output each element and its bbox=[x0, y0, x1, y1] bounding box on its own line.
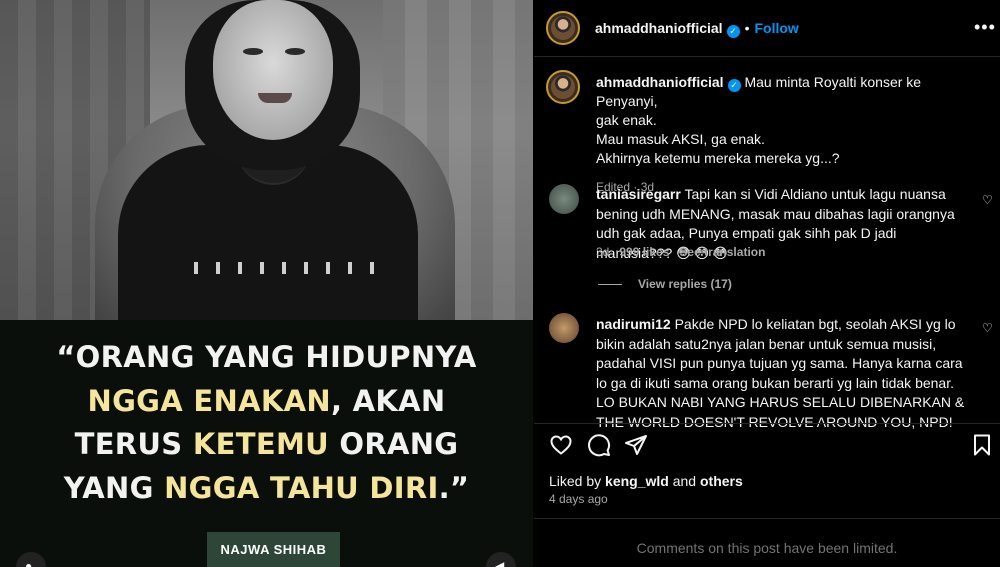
quote-line: NGGA ENAKAN, AKAN bbox=[0, 380, 533, 424]
quote-line: “ORANG YANG HIDUPNYA bbox=[0, 336, 533, 380]
commenter-avatar[interactable] bbox=[549, 313, 579, 343]
post-media[interactable]: “ORANG YANG HIDUPNYA NGGA ENAKAN, AKAN TER… bbox=[0, 0, 533, 567]
quote-text: “ORANG YANG HIDUPNYA NGGA ENAKAN, AKAN TER… bbox=[0, 336, 533, 510]
quote-highlight: NGGA ENAKAN bbox=[87, 383, 331, 418]
post-header: ahmaddhaniofficial ✓ • Follow bbox=[595, 20, 799, 38]
more-options-icon[interactable]: ••• bbox=[974, 17, 996, 38]
commenter-avatar[interactable] bbox=[549, 184, 579, 214]
bookmark-icon[interactable] bbox=[970, 433, 994, 457]
caption-username[interactable]: ahmaddhaniofficial bbox=[596, 74, 724, 90]
comment-meta: 3d 999 likes See translation bbox=[596, 245, 766, 259]
quote-segment: .” bbox=[438, 470, 470, 505]
author-username[interactable]: ahmaddhaniofficial bbox=[595, 20, 723, 36]
comment-icon[interactable] bbox=[587, 433, 611, 457]
quote-segment: TERUS bbox=[74, 427, 193, 461]
quote-line: YANG NGGA TAHU DIRI.” bbox=[0, 467, 533, 511]
share-icon[interactable] bbox=[624, 433, 648, 457]
quote-highlight: NGGA TAHU DIRI bbox=[164, 470, 439, 505]
liked-by-user[interactable]: keng_wld bbox=[605, 473, 669, 489]
liked-by-summary: Liked by keng_wld and others bbox=[549, 473, 743, 489]
quote-segment: , AKAN bbox=[330, 383, 446, 418]
verified-badge-icon: ✓ bbox=[727, 79, 741, 92]
comment-text: Pakde NPD lo keliatan bgt, seolah AKSI y… bbox=[596, 316, 965, 430]
commenter-username[interactable]: nadirumi12 bbox=[596, 316, 671, 332]
post-photo bbox=[0, 0, 533, 320]
comment-like-heart-icon[interactable]: ♡ bbox=[982, 321, 993, 335]
caption-avatar[interactable] bbox=[546, 70, 580, 104]
person-icon: ● bbox=[25, 559, 33, 567]
header-divider bbox=[534, 56, 1000, 57]
quote-line: TERUS KETEMU ORANG bbox=[0, 423, 533, 467]
quote-highlight: KETEMU bbox=[192, 427, 329, 461]
footer-divider bbox=[534, 518, 1000, 519]
volume-icon: ◀ bbox=[495, 559, 505, 567]
person-face bbox=[213, 0, 333, 140]
quote-credit: NAJWA SHIHAB bbox=[207, 532, 340, 567]
quote-segment: “ORANG YANG HIDUPNYA bbox=[56, 340, 477, 374]
verified-badge-icon: ✓ bbox=[726, 25, 740, 38]
comments-limited-notice: Comments on this post have been limited. bbox=[636, 540, 898, 556]
follow-button[interactable]: Follow bbox=[754, 20, 798, 36]
commenter-username[interactable]: taniasiregarr bbox=[596, 186, 681, 202]
view-replies-button[interactable]: View replies (17) bbox=[598, 277, 732, 291]
see-translation-link[interactable]: See translation bbox=[679, 245, 765, 259]
comment-like-heart-icon[interactable]: ♡ bbox=[982, 193, 993, 207]
author-avatar[interactable] bbox=[546, 11, 580, 45]
actions-divider bbox=[534, 423, 1000, 424]
comment-item: nadirumi12 Pakde NPD lo keliatan bgt, se… bbox=[596, 315, 971, 432]
quote-segment: ORANG bbox=[328, 427, 459, 461]
post-date[interactable]: 4 days ago bbox=[549, 492, 608, 506]
liked-by-others[interactable]: others bbox=[700, 473, 743, 489]
quote-segment: YANG bbox=[63, 470, 165, 505]
heart-icon[interactable] bbox=[549, 433, 573, 457]
comment-likes[interactable]: 999 likes bbox=[619, 245, 669, 259]
post-caption: ahmaddhaniofficial ✓ Mau minta Royalti ko… bbox=[596, 73, 966, 197]
